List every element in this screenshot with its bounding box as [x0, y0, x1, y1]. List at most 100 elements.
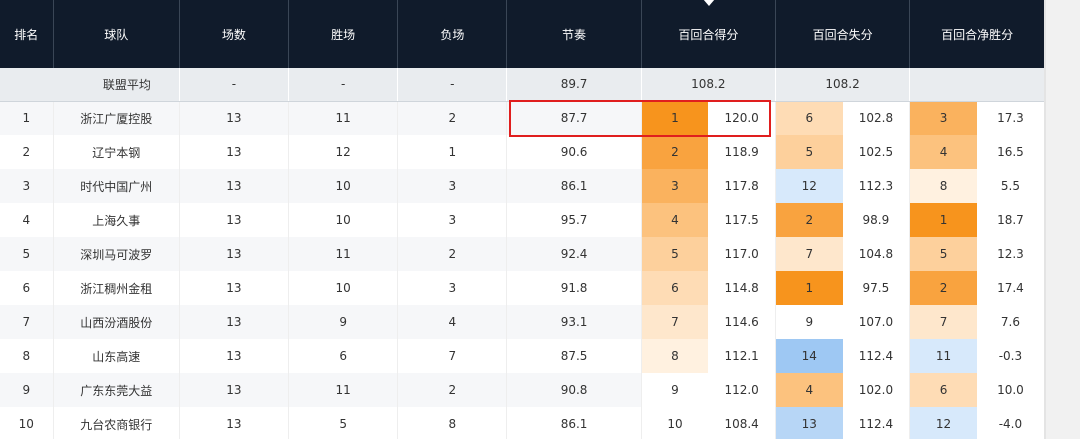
table-row[interactable]: 4 上海久事 13 10 3 95.7 4 117.5 2 98.9 1 18.7	[0, 203, 1044, 237]
cell-def-value: 102.5	[842, 135, 910, 169]
cell-off-rank: 10	[640, 407, 709, 439]
cell-off-rank: 7	[640, 305, 709, 339]
cell-wins: 10	[288, 203, 398, 237]
header-losses[interactable]: 负场	[397, 0, 507, 68]
cell-net-rank: 12	[909, 407, 977, 439]
cell-net-rank: 7	[909, 305, 977, 339]
cell-def-rank: 4	[774, 373, 843, 407]
cell-net-value: 7.6	[976, 305, 1044, 339]
header-games[interactable]: 场数	[178, 0, 289, 68]
header-wins[interactable]: 胜场	[288, 0, 398, 68]
cell-def-value: 98.9	[842, 203, 910, 237]
cell-wins: 11	[288, 373, 398, 407]
cell-losses: 2	[397, 237, 507, 271]
header-pace[interactable]: 节奏	[506, 0, 642, 68]
cell-games: 13	[178, 271, 289, 305]
cell-off-value: 120.0	[708, 101, 776, 135]
cell-games: 13	[178, 407, 289, 439]
cell-off-value: 112.0	[708, 373, 776, 407]
cell-wins: 5	[288, 407, 398, 439]
cell-net-value: 17.3	[976, 101, 1044, 135]
table-row[interactable]: 5 深圳马可波罗 13 11 2 92.4 5 117.0 7 104.8 5 12.3	[0, 237, 1044, 271]
cell-net-rank: 4	[909, 135, 977, 169]
cell-def-value: 107.0	[842, 305, 910, 339]
cell-games: 13	[178, 305, 289, 339]
cell-off-rank: 8	[640, 339, 709, 373]
header-off-rating-label: 百回合得分	[678, 27, 739, 42]
cell-team: 时代中国广州	[52, 169, 180, 203]
table-row[interactable]: 10 九台农商银行 13 5 8 86.1 10 108.4 13 112.4 12 -4.0	[0, 407, 1044, 439]
cell-wins: 10	[288, 271, 398, 305]
cell-pace: 86.1	[506, 407, 642, 439]
cell-rank: 10	[0, 407, 54, 439]
cell-losses: 2	[397, 101, 507, 135]
cell-off-value: 108.4	[708, 407, 776, 439]
cell-off-rank: 9	[640, 373, 709, 407]
cell-net-value: 18.7	[976, 203, 1044, 237]
cell-net-value: 5.5	[976, 169, 1044, 203]
cell-team: 九台农商银行	[52, 407, 180, 439]
cell-def-value: 104.8	[842, 237, 910, 271]
cell-off-value: 114.6	[708, 305, 776, 339]
cell-games: 13	[178, 373, 289, 407]
cell-wins: 9	[288, 305, 398, 339]
sort-caret-icon	[703, 0, 716, 6]
cell-losses: 8	[397, 407, 507, 439]
cell-rank: 8	[0, 339, 54, 373]
cell-team: 浙江稠州金租	[52, 271, 180, 305]
cell-rank: 4	[0, 203, 54, 237]
table-row[interactable]: 9 广东东莞大益 13 11 2 90.8 9 112.0 4 102.0 6 10.0	[0, 373, 1044, 407]
cell-off-rank: 1	[640, 101, 709, 135]
cell-losses: 1	[397, 135, 507, 169]
cell-net-value: -4.0	[976, 407, 1044, 439]
league-average-losses: -	[397, 68, 507, 102]
cell-pace: 87.5	[506, 339, 642, 373]
cell-team: 深圳马可波罗	[52, 237, 180, 271]
league-average-row: 联盟平均 - - - 89.7 108.2 108.2	[0, 68, 1044, 102]
league-average-wins: -	[288, 68, 398, 102]
table-row[interactable]: 8 山东高速 13 6 7 87.5 8 112.1 14 112.4 11 -0.3	[0, 339, 1044, 373]
team-stats-table: 排名 球队 场数 胜场 负场 节奏 百回合得分 百回合失分 百回合净胜分 联盟平…	[0, 0, 1044, 439]
cell-losses: 4	[397, 305, 507, 339]
cell-rank: 2	[0, 135, 54, 169]
header-rank[interactable]: 排名	[0, 0, 54, 68]
cell-net-rank: 1	[909, 203, 977, 237]
cell-games: 13	[178, 237, 289, 271]
cell-def-rank: 1	[774, 271, 843, 305]
cell-net-value: 10.0	[976, 373, 1044, 407]
header-team[interactable]: 球队	[52, 0, 180, 68]
header-def-rating[interactable]: 百回合失分	[774, 0, 910, 68]
cell-def-value: 102.8	[842, 101, 910, 135]
table-row[interactable]: 1 浙江广厦控股 13 11 2 87.7 1 120.0 6 102.8 3 17.3	[0, 101, 1044, 135]
cell-off-value: 117.5	[708, 203, 776, 237]
table-row[interactable]: 3 时代中国广州 13 10 3 86.1 3 117.8 12 112.3 8 5.5	[0, 169, 1044, 203]
cell-games: 13	[178, 203, 289, 237]
table-row[interactable]: 7 山西汾酒股份 13 9 4 93.1 7 114.6 9 107.0 7 7.6	[0, 305, 1044, 339]
cell-wins: 10	[288, 169, 398, 203]
cell-pace: 93.1	[506, 305, 642, 339]
cell-pace: 92.4	[506, 237, 642, 271]
table-row[interactable]: 2 辽宁本钢 13 12 1 90.6 2 118.9 5 102.5 4 16.5	[0, 135, 1044, 169]
cell-net-rank: 11	[909, 339, 977, 373]
cell-off-rank: 2	[640, 135, 709, 169]
header-off-rating[interactable]: 百回合得分	[640, 0, 776, 68]
cell-team: 辽宁本钢	[52, 135, 180, 169]
vertical-scrollbar[interactable]	[1044, 0, 1080, 439]
cell-off-value: 117.0	[708, 237, 776, 271]
cell-rank: 7	[0, 305, 54, 339]
cell-team: 广东东莞大益	[52, 373, 180, 407]
cell-def-rank: 12	[774, 169, 843, 203]
cell-def-value: 112.3	[842, 169, 910, 203]
cell-losses: 3	[397, 169, 507, 203]
cell-def-rank: 6	[774, 101, 843, 135]
cell-team: 上海久事	[52, 203, 180, 237]
cell-off-rank: 4	[640, 203, 709, 237]
cell-def-rank: 13	[774, 407, 843, 439]
header-net-rating[interactable]: 百回合净胜分	[909, 0, 1044, 68]
cell-games: 13	[178, 169, 289, 203]
cell-def-value: 112.4	[842, 339, 910, 373]
cell-net-value: 12.3	[976, 237, 1044, 271]
league-average-pace: 89.7	[506, 68, 642, 102]
table-row[interactable]: 6 浙江稠州金租 13 10 3 91.8 6 114.8 1 97.5 2 17.4	[0, 271, 1044, 305]
league-average-def: 108.2	[774, 68, 910, 102]
